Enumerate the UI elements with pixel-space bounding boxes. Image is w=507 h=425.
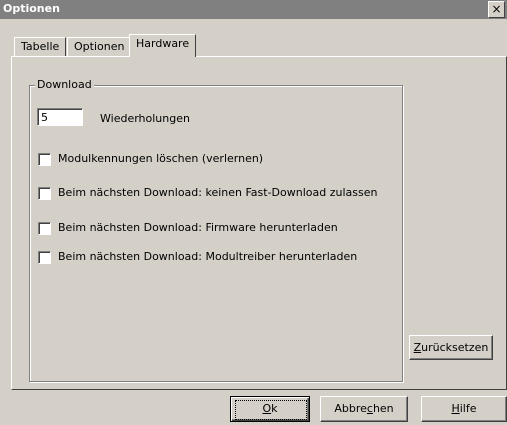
cancel-label-start: Abbre (334, 402, 367, 415)
title-bar: Optionen × (0, 0, 507, 19)
help-label: ilfe (459, 402, 477, 415)
clear-module-ids-label[interactable]: Modulkennungen löschen (verlernen) (58, 152, 263, 165)
cancel-button[interactable]: Abbrechen (320, 396, 408, 422)
no-fast-download-checkbox[interactable] (38, 187, 51, 200)
download-module-drivers-checkbox[interactable] (38, 251, 51, 264)
clear-module-ids-checkbox[interactable] (38, 153, 51, 166)
download-group-label: Download (35, 78, 94, 91)
retries-input[interactable]: 5 (37, 108, 83, 126)
download-firmware-label[interactable]: Beim nächsten Download: Firmware herunte… (58, 221, 338, 234)
retries-label: Wiederholungen (100, 112, 190, 125)
ok-button[interactable]: Ok (230, 396, 310, 422)
tab-optionen[interactable]: Optionen (67, 37, 132, 56)
download-module-drivers-label[interactable]: Beim nächsten Download: Modultreiber her… (58, 250, 357, 263)
tab-hardware[interactable]: Hardware (129, 34, 197, 57)
options-dialog: Optionen × Tabelle Optionen Hardware Dow… (0, 0, 507, 425)
download-firmware-checkbox[interactable] (38, 222, 51, 235)
cancel-label-end: hen (372, 402, 394, 415)
ok-focus-ring (235, 400, 307, 420)
reset-label: urücksetzen (421, 341, 489, 354)
help-button[interactable]: Hilfe (421, 396, 507, 422)
window-title: Optionen (3, 2, 60, 15)
reset-button[interactable]: Zurücksetzen (409, 335, 493, 360)
tab-tabelle[interactable]: Tabelle (14, 37, 67, 56)
no-fast-download-label[interactable]: Beim nächsten Download: keinen Fast-Down… (58, 186, 377, 199)
close-icon[interactable]: × (488, 1, 505, 18)
help-mnemonic: H (451, 402, 460, 415)
